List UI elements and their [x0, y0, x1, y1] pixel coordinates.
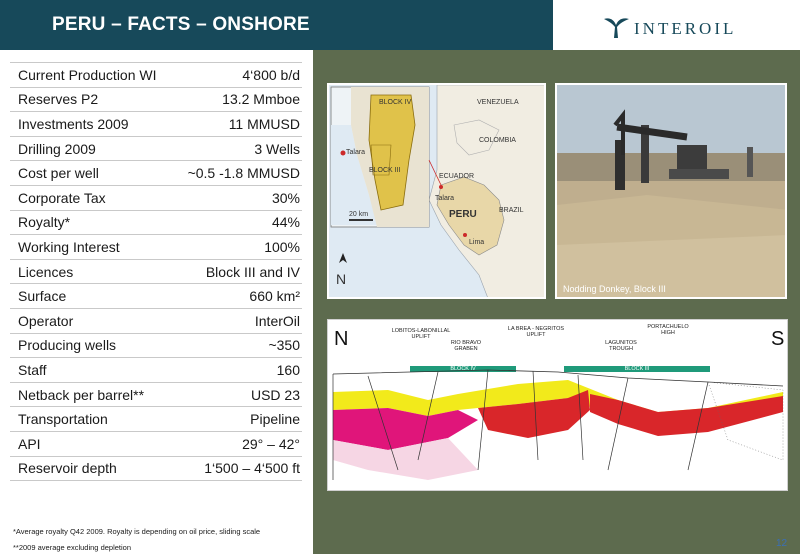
section-label-block-iv: BLOCK IV	[450, 366, 476, 372]
fact-value: Pipeline	[173, 406, 302, 432]
fact-row: Producing wells ~350	[10, 333, 302, 359]
fact-row: Investments 2009 11 MMUSD	[10, 111, 302, 137]
fact-row: Operator InterOil	[10, 308, 302, 334]
fact-row: Cost per well ~0.5 -1.8 MMUSD	[10, 160, 302, 186]
pump-jack-photo: Nodding Donkey, Block III	[555, 83, 787, 299]
fact-row: Working Interest 100%	[10, 234, 302, 260]
map-label-venezuela: VENEZUELA	[477, 99, 519, 106]
fact-row: Corporate Tax 30%	[10, 185, 302, 211]
fact-row: Current Production WI 4‘800 b/d	[10, 62, 302, 88]
section-label-rio-bravo: RIO BRAVO GRABEN	[450, 340, 482, 352]
fact-row: Reserves P2 13.2 Mmboe	[10, 87, 302, 113]
page-title: PERU – FACTS – ONSHORE	[52, 14, 310, 35]
fact-label: Operator	[10, 308, 174, 334]
photo-caption: Nodding Donkey, Block III	[563, 284, 666, 294]
fact-label: Working Interest	[10, 234, 174, 260]
facts-table: Current Production WI 4‘800 b/d Reserves P…	[10, 62, 302, 482]
fact-value: ~0.5 -1.8 MMUSD	[173, 160, 302, 186]
fact-label: Cost per well	[10, 160, 174, 186]
fact-label: Current Production WI	[10, 62, 174, 88]
fact-label: Corporate Tax	[10, 185, 174, 211]
map-label-brazil: BRAZIL	[499, 207, 524, 214]
section-north-label: N	[334, 328, 349, 350]
fact-value: 3 Wells	[173, 136, 302, 162]
section-label-lobitos: LOBITOS-LABONILLAL UPLIFT	[391, 328, 451, 340]
fact-value: 11 MMUSD	[173, 111, 302, 137]
fact-row: API 29° – 42°	[10, 431, 302, 457]
fact-row: Licences Block III and IV	[10, 259, 302, 285]
whale-tail-icon	[604, 18, 629, 38]
cross-section-graphic	[328, 320, 787, 490]
section-label-lagunitos: LAGUNITOS TROUGH	[605, 340, 637, 352]
fact-row: Surface 660 km²	[10, 283, 302, 309]
fact-label: Surface	[10, 283, 174, 309]
map-label-lima: Lima	[469, 239, 485, 246]
map-label-peru: PERU	[449, 209, 477, 220]
fact-row: Reservoir depth 1‘500 – 4‘500 ft	[10, 456, 302, 482]
fact-label: Netback per barrel**	[10, 382, 174, 408]
footnote-royalty: *Average royalty Q42 2009. Royalty is de…	[13, 527, 261, 536]
page-number: 12	[776, 538, 788, 549]
fact-label: Licences	[10, 259, 174, 285]
geological-cross-section: N S LOBITOS-LABONILLAL UPLIFT LA BREA - …	[327, 319, 788, 491]
fact-value: Block III and IV	[173, 259, 302, 285]
location-map: BLOCK IV BLOCK III Talara 20 km VENEZUEL…	[327, 83, 546, 299]
footnote-netback: **2009 average excluding depletion	[13, 543, 132, 552]
map-label-north: N	[336, 271, 347, 287]
fact-row: Netback per barrel** USD 23	[10, 382, 302, 408]
map-label-block-iii: BLOCK III	[369, 167, 401, 174]
section-label-block-iii: BLOCK III	[624, 366, 650, 372]
fact-value: ~350	[173, 333, 302, 359]
fact-value: 160	[173, 357, 302, 383]
map-label-talara-inset: Talara	[346, 149, 366, 156]
fact-label: Transportation	[10, 406, 174, 432]
fact-label: Investments 2009	[10, 111, 174, 137]
fact-label: API	[10, 431, 174, 457]
fact-label: Reservoir depth	[10, 456, 174, 482]
fact-label: Drilling 2009	[10, 136, 174, 162]
map-label-block-iv: BLOCK IV	[379, 99, 412, 106]
photo-graphic	[557, 85, 785, 297]
fact-label: Reserves P2	[10, 87, 174, 113]
fact-row: Staff 160	[10, 357, 302, 383]
fact-row: Royalty* 44%	[10, 210, 302, 236]
facts-panel: Current Production WI 4‘800 b/d Reserves P…	[0, 50, 313, 554]
fact-label: Producing wells	[10, 333, 174, 359]
map-label-talara: Talara	[435, 195, 455, 202]
fact-label: Staff	[10, 357, 174, 383]
section-south-label: S	[771, 328, 785, 350]
fact-value: 100%	[173, 234, 302, 260]
section-label-portachuelo: PORTACHUELO HIGH	[647, 324, 689, 336]
fact-value: 29° – 42°	[173, 431, 302, 457]
fact-value: 13.2 Mmboe	[173, 87, 302, 113]
fact-label: Royalty*	[10, 210, 174, 236]
fact-value: 44%	[173, 210, 302, 236]
fact-value: InterOil	[173, 308, 302, 334]
fact-value: 1‘500 – 4‘500 ft	[173, 456, 302, 482]
fact-row: Transportation Pipeline	[10, 406, 302, 432]
interoil-logo: INTEROIL	[600, 10, 790, 42]
map-label-ecuador: ECUADOR	[439, 173, 475, 180]
fact-value: 4‘800 b/d	[173, 62, 302, 88]
fact-value: 30%	[173, 185, 302, 211]
map-graphic	[329, 85, 544, 297]
fact-value: USD 23	[173, 382, 302, 408]
map-label-colombia: COLOMBIA	[479, 137, 516, 144]
logo-text: INTEROIL	[634, 19, 737, 38]
fact-row: Drilling 2009 3 Wells	[10, 136, 302, 162]
header-bar: PERU – FACTS – ONSHORE	[0, 0, 553, 50]
fact-value: 660 km²	[173, 283, 302, 309]
map-label-scale: 20 km	[349, 211, 369, 218]
section-label-labrea: LA BREA - NEGRITOS UPLIFT	[507, 326, 565, 338]
